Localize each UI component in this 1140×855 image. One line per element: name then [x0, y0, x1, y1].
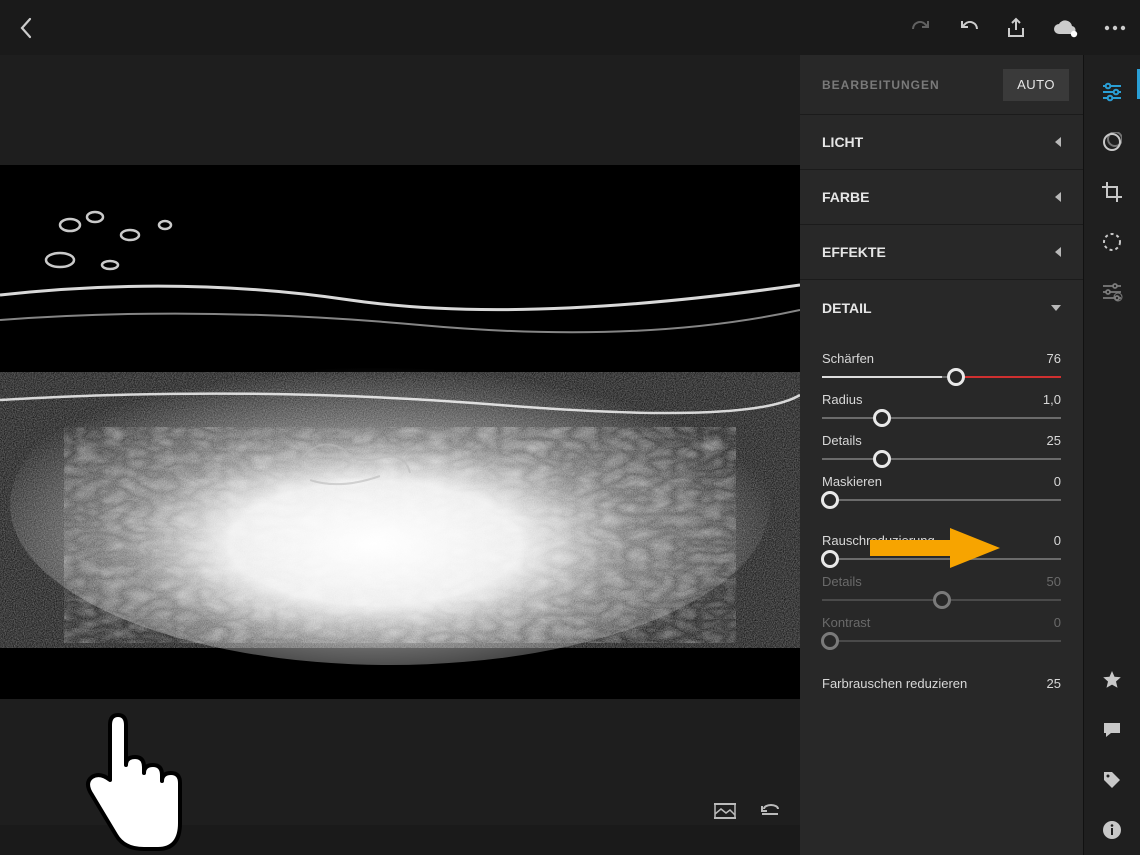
- tool-crop-icon[interactable]: [1084, 167, 1140, 217]
- tool-presets-icon[interactable]: [1084, 117, 1140, 167]
- collapse-icon: [1055, 192, 1061, 202]
- slider-value: 25: [1047, 676, 1061, 691]
- slider-value: 50: [1047, 574, 1061, 589]
- slider-value: 0: [1054, 533, 1061, 548]
- slider-handle[interactable]: [873, 409, 891, 427]
- share-icon[interactable]: [1006, 17, 1026, 39]
- detail-sliders: Schärfen 76 Radius 1,0 Details 25 Maskieren…: [800, 335, 1083, 660]
- tool-tag-icon[interactable]: [1084, 755, 1140, 805]
- edit-panel: BEARBEITUNGEN AUTO LICHT FARBE EFFEKTE D…: [800, 55, 1084, 855]
- slider-value: 25: [1047, 433, 1061, 448]
- slider-handle[interactable]: [821, 491, 839, 509]
- section-label: DETAIL: [822, 300, 872, 316]
- undo-icon[interactable]: [958, 18, 980, 38]
- redo-icon[interactable]: [910, 18, 932, 38]
- collapse-icon: [1055, 247, 1061, 257]
- section-detail[interactable]: DETAIL: [800, 280, 1083, 335]
- panel-title: BEARBEITUNGEN: [822, 78, 940, 92]
- slider-details-2: Details 50: [822, 574, 1061, 601]
- tool-local-icon[interactable]: [1084, 267, 1140, 317]
- slider-kontrast: Kontrast 0: [822, 615, 1061, 642]
- section-label: LICHT: [822, 134, 863, 150]
- collapse-icon: [1055, 137, 1061, 147]
- tool-adjust-icon[interactable]: [1084, 67, 1140, 117]
- slider-value: 0: [1054, 474, 1061, 489]
- slider-rauschreduzierung[interactable]: Rauschreduzierung 0: [822, 533, 1061, 560]
- touch-hand-illustration: [78, 705, 188, 855]
- image-preview[interactable]: [0, 165, 800, 699]
- slider-label: Rauschreduzierung: [822, 533, 935, 548]
- slider-handle[interactable]: [947, 368, 965, 386]
- section-farbe[interactable]: FARBE: [800, 170, 1083, 225]
- tool-radial-icon[interactable]: [1084, 217, 1140, 267]
- tool-rail: [1084, 55, 1140, 855]
- slider-value: 1,0: [1043, 392, 1061, 407]
- slider-farbrauschen[interactable]: Farbrauschen reduzieren 25: [800, 660, 1083, 691]
- slider-handle[interactable]: [873, 450, 891, 468]
- section-label: EFFEKTE: [822, 244, 886, 260]
- auto-button[interactable]: AUTO: [1003, 69, 1069, 101]
- section-effekte[interactable]: EFFEKTE: [800, 225, 1083, 280]
- slider-details[interactable]: Details 25: [822, 433, 1061, 460]
- canvas-area: [0, 55, 800, 825]
- tool-comment-icon[interactable]: [1084, 705, 1140, 755]
- slider-schaerfen[interactable]: Schärfen 76: [822, 351, 1061, 378]
- slider-label: Details: [822, 574, 862, 589]
- reset-icon[interactable]: [758, 804, 782, 818]
- back-icon[interactable]: [18, 17, 34, 39]
- section-label: FARBE: [822, 189, 869, 205]
- slider-label: Radius: [822, 392, 862, 407]
- slider-radius[interactable]: Radius 1,0: [822, 392, 1061, 419]
- slider-label: Farbrauschen reduzieren: [822, 676, 967, 691]
- expand-icon: [1051, 305, 1061, 311]
- slider-label: Kontrast: [822, 615, 870, 630]
- filmstrip-icon[interactable]: [714, 803, 736, 819]
- more-icon[interactable]: [1104, 25, 1126, 31]
- slider-maskieren[interactable]: Maskieren 0: [822, 474, 1061, 501]
- cloud-sync-icon[interactable]: [1052, 18, 1078, 38]
- section-licht[interactable]: LICHT: [800, 115, 1083, 170]
- slider-label: Details: [822, 433, 862, 448]
- tool-info-icon[interactable]: [1084, 805, 1140, 855]
- slider-label: Schärfen: [822, 351, 874, 366]
- slider-handle: [821, 632, 839, 650]
- slider-value: 0: [1054, 615, 1061, 630]
- slider-handle: [933, 591, 951, 609]
- tool-star-icon[interactable]: [1084, 655, 1140, 705]
- slider-value: 76: [1047, 351, 1061, 366]
- slider-label: Maskieren: [822, 474, 882, 489]
- slider-handle[interactable]: [821, 550, 839, 568]
